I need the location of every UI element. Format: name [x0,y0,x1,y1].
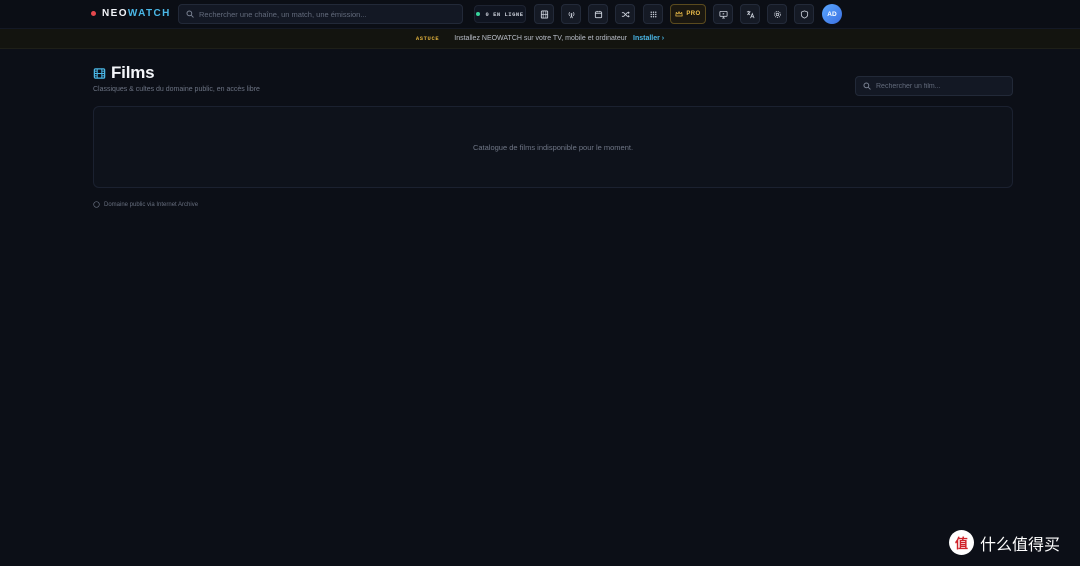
search-icon [186,10,194,18]
cast-to-tv-button[interactable] [713,4,733,24]
pro-button[interactable]: PRO [670,4,706,24]
live-dot [476,12,481,16]
live-broadcast-button[interactable] [561,4,581,24]
global-search-bar[interactable] [178,4,463,24]
settings-button[interactable] [767,4,787,24]
broadcast-icon [567,10,576,19]
films-button[interactable] [534,4,554,24]
user-avatar[interactable]: AD [822,4,842,24]
calendar-icon [594,10,603,19]
film-search-bar[interactable] [855,76,1013,96]
film-icon [93,67,106,80]
pro-label: PRO [686,11,701,17]
logo-text-watch: WATCH [127,8,171,19]
app-logo[interactable]: NEOWATCH [91,8,171,19]
source-note-text: Domaine public via Internet Archive [104,201,199,208]
page-subtitle: Classiques & cultes du domaine public, e… [93,86,260,93]
info-icon [93,201,100,208]
top-navigation-bar: NEOWATCH 0 EN LIGNE [0,0,1080,29]
tip-tag: ASTUCE [415,35,440,42]
install-tip-banner: ASTUCE Installez NEOWATCH sur votre TV, … [0,29,1080,49]
tv-icon [718,10,728,19]
grid-icon [649,10,658,19]
empty-state-message: Catalogue de films indisponible pour le … [472,142,634,152]
install-link[interactable]: Installer › [633,35,664,42]
film-search-input[interactable] [876,82,1006,90]
privacy-button[interactable] [794,4,814,24]
translate-icon [746,10,755,19]
shield-icon [800,9,809,19]
watermark-text: 什么值得买 [980,534,1061,554]
watermark-badge: 值 [949,530,974,555]
logo-text-neo: NEO [102,8,128,19]
logo-text: NEOWATCH [102,8,171,19]
search-icon [863,82,871,90]
tip-message: Installez NEOWATCH sur votre TV, mobile … [454,35,627,42]
schedule-button[interactable] [588,4,608,24]
logo-dot [91,11,96,16]
random-button[interactable] [615,4,635,24]
language-button[interactable] [740,4,760,24]
apps-grid-button[interactable] [643,4,663,24]
global-search-input[interactable] [199,9,449,19]
source-note: Domaine public via Internet Archive [93,201,198,208]
live-status-badge: 0 EN LIGNE [474,5,526,23]
crown-icon [675,10,683,18]
page-title: Films [111,63,155,82]
settings-icon [773,10,782,19]
page-header: Films [93,63,155,83]
shuffle-icon [621,10,630,19]
film-catalog-panel: Catalogue de films indisponible pour le … [93,106,1013,188]
live-count-label: 0 EN LIGNE [485,10,524,18]
watermark: 值 什么值得买 [949,530,1060,555]
film-icon [540,9,549,19]
